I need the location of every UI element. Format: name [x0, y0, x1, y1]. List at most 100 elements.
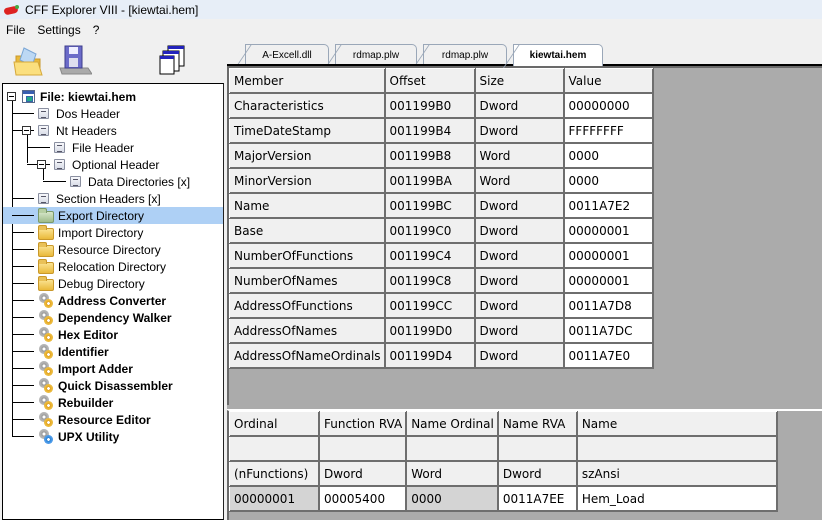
title-bar: CFF Explorer VIII - [kiewtai.hem] [0, 0, 822, 19]
tree-item-quick-disassembler[interactable]: Quick Disassembler [3, 377, 223, 394]
header-row: Ordinal Function RVA Name Ordinal Name RVA N… [229, 411, 778, 437]
tree-item-label: Resource Directory [58, 242, 161, 257]
tree-item-label: Data Directories [x] [88, 174, 191, 189]
column-header[interactable]: Member [229, 68, 386, 94]
windows-button[interactable] [158, 44, 192, 78]
size-cell: Dword [474, 118, 565, 144]
collapse-icon[interactable] [22, 126, 31, 135]
subheader-cell [406, 436, 499, 462]
tree-item-nt-headers[interactable]: Nt Headers [3, 122, 223, 139]
app-pepper-icon [4, 4, 20, 15]
value-cell[interactable]: 00000001 [563, 218, 654, 244]
tree-item-label: Import Adder [58, 361, 133, 376]
value-cell[interactable]: 00000001 [563, 268, 654, 294]
ordinal-cell[interactable]: 00000001 [229, 486, 320, 512]
tab-a-excell[interactable]: A-Excell.dll [245, 44, 329, 65]
size-cell: Dword [474, 193, 565, 219]
collapse-icon[interactable] [7, 92, 16, 101]
tab-rdmap-1[interactable]: rdmap.plw [335, 44, 417, 65]
table-row[interactable]: MajorVersion 001199B8 Word 0000 [229, 143, 654, 169]
tree-item-section-headers-x[interactable]: Section Headers [x] [3, 190, 223, 207]
window-title: CFF Explorer VIII - [kiewtai.hem] [25, 2, 199, 17]
save-button[interactable] [58, 44, 93, 78]
tree-line [12, 113, 34, 114]
menu-settings[interactable]: Settings [31, 23, 86, 37]
function-rva-cell[interactable]: 00005400 [318, 486, 408, 512]
type-cell: Word [406, 461, 499, 487]
offset-cell: 001199D4 [384, 343, 476, 369]
open-folder-icon [13, 47, 43, 76]
value-cell[interactable]: 0011A7DC [563, 318, 654, 344]
tab-label: rdmap.plw [352, 49, 400, 61]
offset-cell: 001199C0 [384, 218, 476, 244]
tree-item-data-directories-x[interactable]: Data Directories [x] [3, 173, 223, 190]
document-icon [54, 159, 65, 170]
file-tree[interactable]: File: kiewtai.hem Dos Header Nt Headers Fi… [2, 83, 224, 520]
name-cell[interactable]: Hem_Load [576, 486, 778, 512]
tree-item-dependency-walker[interactable]: Dependency Walker [3, 309, 223, 326]
menu-file[interactable]: File [0, 23, 31, 37]
table-row[interactable]: NumberOfFunctions 001199C4 Dword 00000001 [229, 243, 654, 269]
type-cell: Dword [318, 461, 408, 487]
tree-root-label: File: kiewtai.hem [40, 89, 137, 104]
folder-icon [38, 242, 54, 257]
tree-item-dos-header[interactable]: Dos Header [3, 105, 223, 122]
tree-item-rebuilder[interactable]: Rebuilder [3, 394, 223, 411]
table-row[interactable]: AddressOfFunctions 001199CC Dword 0011A7D8 [229, 293, 654, 319]
name-rva-cell[interactable]: 0011A7EE [497, 486, 578, 512]
tree-item-upx-utility[interactable]: UPX Utility [3, 428, 223, 445]
size-cell: Dword [474, 218, 565, 244]
tree-item-label: Export Directory [58, 208, 145, 223]
tree-item-address-converter[interactable]: Address Converter [3, 292, 223, 309]
table-row[interactable]: Base 001199C0 Dword 00000001 [229, 218, 654, 244]
tree-line [12, 249, 34, 250]
value-cell[interactable]: 00000000 [563, 93, 654, 119]
tree-item-import-adder[interactable]: Import Adder [3, 360, 223, 377]
tree-item-optional-header[interactable]: Optional Header [3, 156, 223, 173]
column-header[interactable]: Value [563, 68, 654, 94]
table-row[interactable]: AddressOfNameOrdinals 001199D4 Dword 0011A7… [229, 343, 654, 369]
tree-item-hex-editor[interactable]: Hex Editor [3, 326, 223, 343]
table-row[interactable]: TimeDateStamp 001199B4 Dword FFFFFFFF [229, 118, 654, 144]
table-row[interactable]: NumberOfNames 001199C8 Dword 00000001 [229, 268, 654, 294]
tree-item-label: Nt Headers [56, 123, 117, 138]
toolbar [0, 40, 225, 84]
collapse-icon[interactable] [37, 160, 46, 169]
tree-item-label: Optional Header [72, 157, 160, 172]
tree-item-label: Dependency Walker [58, 310, 172, 325]
value-cell[interactable]: 00000001 [563, 243, 654, 269]
value-cell[interactable]: 0000 [563, 143, 654, 169]
tree-item-file-header[interactable]: File Header [3, 139, 223, 156]
value-cell[interactable]: 0011A7D8 [563, 293, 654, 319]
size-cell: Dword [474, 268, 565, 294]
tree-item-debug-directory[interactable]: Debug Directory [3, 275, 223, 292]
tree-item-resource-directory[interactable]: Resource Directory [3, 241, 223, 258]
subheader-cell [576, 436, 778, 462]
tree-item-export-directory[interactable]: Export Directory [3, 207, 223, 224]
menu-help[interactable]: ? [87, 23, 106, 37]
document-icon [38, 193, 49, 204]
tab-kiewtai[interactable]: kiewtai.hem [513, 44, 603, 66]
table-row[interactable]: AddressOfNames 001199D0 Dword 0011A7DC [229, 318, 654, 344]
tree-root[interactable]: File: kiewtai.hem [3, 88, 223, 105]
value-cell[interactable]: 0011A7E0 [563, 343, 654, 369]
tree-item-relocation-directory[interactable]: Relocation Directory [3, 258, 223, 275]
value-cell[interactable]: 0000 [563, 168, 654, 194]
tree-item-import-directory[interactable]: Import Directory [3, 224, 223, 241]
table-row[interactable]: 00000001 00005400 0000 0011A7EE Hem_Load [229, 486, 778, 512]
open-button[interactable] [12, 44, 46, 78]
value-cell[interactable]: FFFFFFFF [563, 118, 654, 144]
value-cell[interactable]: 0011A7E2 [563, 193, 654, 219]
column-header[interactable]: Offset [384, 68, 476, 94]
tree-item-resource-editor[interactable]: Resource Editor [3, 411, 223, 428]
column-header[interactable]: Size [474, 68, 565, 94]
name-ordinal-cell[interactable]: 0000 [406, 486, 499, 512]
tab-rdmap-2[interactable]: rdmap.plw [423, 44, 507, 65]
gears-icon [38, 310, 54, 326]
tree-line [27, 147, 50, 148]
table-row[interactable]: Name 001199BC Dword 0011A7E2 [229, 193, 654, 219]
table-row[interactable]: Characteristics 001199B0 Dword 00000000 [229, 93, 654, 119]
tree-item-identifier[interactable]: Identifier [3, 343, 223, 360]
table-row[interactable]: MinorVersion 001199BA Word 0000 [229, 168, 654, 194]
gears-icon [38, 327, 54, 343]
